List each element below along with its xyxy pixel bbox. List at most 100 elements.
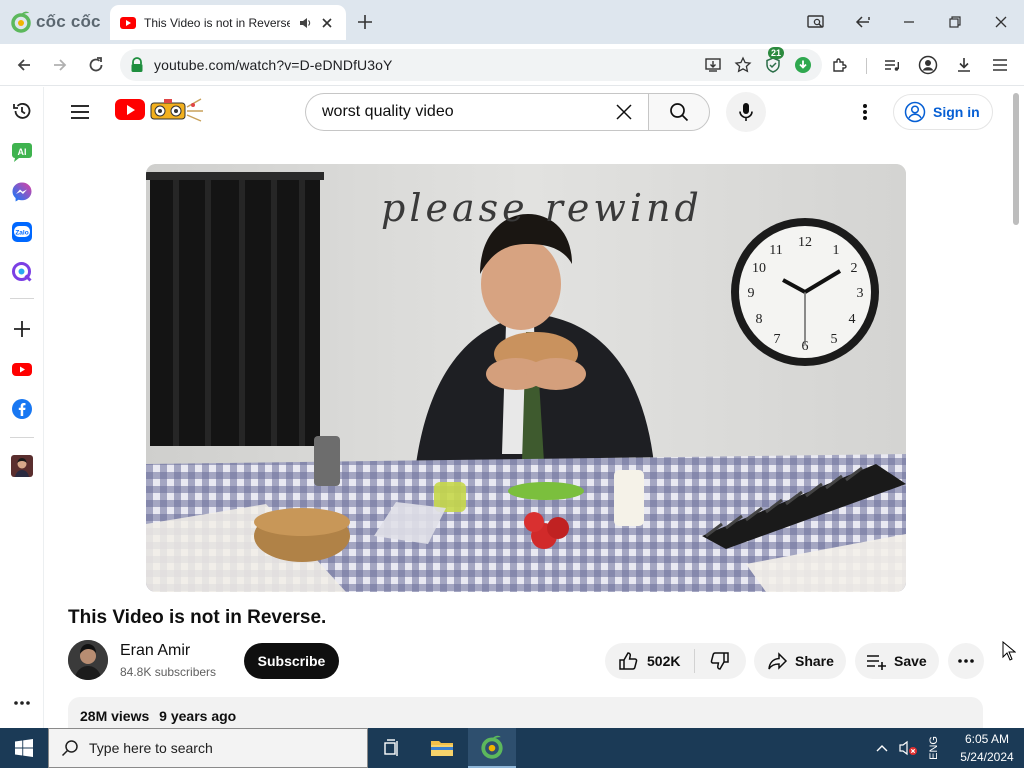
search-icon: [670, 103, 689, 122]
install-icon[interactable]: [704, 56, 722, 74]
sidebar-divider: [10, 437, 34, 438]
task-view-icon[interactable]: [368, 728, 416, 768]
close-icon[interactable]: [614, 102, 634, 122]
upload-age: 9 years ago: [159, 708, 237, 724]
mic-icon: [739, 103, 753, 121]
like-button[interactable]: 502K: [605, 649, 696, 673]
q-icon[interactable]: [11, 261, 33, 283]
extension-badge: 21: [768, 47, 785, 59]
start-button[interactable]: [0, 728, 48, 768]
mouse-cursor-icon: [1002, 641, 1016, 661]
svg-text:1: 1: [833, 243, 840, 258]
browser-menu-icon[interactable]: [989, 54, 1011, 76]
svg-text:2: 2: [851, 261, 858, 276]
share-icon: [768, 652, 788, 670]
download-icon[interactable]: [953, 54, 975, 76]
like-dislike-group: 502K: [605, 643, 746, 679]
volume-muted-icon[interactable]: [896, 728, 920, 768]
avatar[interactable]: [68, 640, 108, 680]
search-button[interactable]: [648, 93, 710, 131]
back-icon[interactable]: [13, 54, 35, 76]
more-horizontal-icon: [958, 659, 974, 663]
sidebar-add-icon[interactable]: [11, 318, 33, 340]
dislike-button[interactable]: [695, 650, 745, 672]
share-button[interactable]: Share: [754, 643, 846, 679]
playlist-icon[interactable]: [881, 54, 903, 76]
forward-icon[interactable]: [49, 54, 71, 76]
voice-search-button[interactable]: [726, 92, 766, 132]
toolbar-divider: [866, 58, 867, 74]
svg-text:7: 7: [774, 332, 781, 347]
channel-name[interactable]: Eran Amir: [120, 642, 190, 660]
svg-text:5: 5: [831, 332, 838, 347]
sign-in-label: Sign in: [933, 104, 980, 120]
browser-brand[interactable]: cốc cốc: [10, 9, 101, 35]
youtube-logo[interactable]: [115, 99, 145, 120]
save-button[interactable]: Save: [855, 643, 939, 679]
youtube-doodle-icon[interactable]: [149, 95, 205, 123]
back-history-icon[interactable]: [853, 12, 873, 32]
ai-icon[interactable]: AI: [11, 141, 33, 163]
thumb-down-icon: [711, 652, 730, 670]
svg-text:3: 3: [857, 286, 864, 301]
address-bar[interactable]: youtube.com/watch?v=D-eDNDfU3oY 21: [120, 47, 822, 81]
taskbar-clock[interactable]: 6:05 AM 5/24/2024: [952, 730, 1022, 766]
facebook-icon[interactable]: [11, 398, 33, 420]
subscribe-button[interactable]: Subscribe: [244, 643, 339, 679]
more-actions-button[interactable]: [948, 643, 984, 679]
search-input[interactable]: worst quality video: [305, 93, 648, 131]
youtube-icon[interactable]: [11, 358, 33, 380]
input-language[interactable]: ENG: [928, 736, 940, 760]
video-overlay-text: please rewind: [381, 186, 703, 230]
folder-icon[interactable]: [418, 728, 466, 768]
svg-text:AI: AI: [18, 147, 27, 157]
maximize-icon[interactable]: [945, 12, 965, 32]
windows-icon: [15, 739, 33, 757]
address-toolbar: youtube.com/watch?v=D-eDNDfU3oY 21: [0, 44, 1024, 86]
coccoc-logo-icon: [11, 11, 31, 33]
tab-title: This Video is not in Reverse.: [144, 15, 290, 30]
plus-icon[interactable]: [356, 13, 374, 31]
more-icon[interactable]: [11, 692, 33, 714]
speaker-icon[interactable]: [298, 16, 312, 30]
close-icon[interactable]: [320, 16, 334, 30]
profile-icon[interactable]: [917, 54, 939, 76]
scrollbar-thumb[interactable]: [1013, 93, 1019, 225]
page-scrollbar[interactable]: [1010, 87, 1024, 728]
download-arrow-icon[interactable]: [794, 56, 812, 74]
clock-date: 5/24/2024: [960, 750, 1014, 764]
description-box[interactable]: 28M views 9 years ago: [68, 697, 983, 728]
star-icon[interactable]: [734, 56, 752, 74]
taskbar-search-placeholder: Type here to search: [89, 740, 213, 756]
browser-brand-name: cốc cốc: [36, 12, 101, 31]
taskbar-search-input[interactable]: Type here to search: [48, 728, 368, 768]
search-query: worst quality video: [322, 103, 454, 120]
browser-tab-strip: cốc cốc This Video is not in Reverse.: [0, 0, 1024, 44]
share-label: Share: [795, 653, 834, 669]
chevron-up-icon[interactable]: [872, 728, 892, 768]
history-icon[interactable]: [11, 100, 33, 122]
browser-sidebar: AI Zalo: [0, 87, 44, 728]
coccoc-taskbar-icon[interactable]: [468, 728, 516, 768]
messenger-icon[interactable]: [11, 181, 33, 203]
puzzle-icon[interactable]: [829, 54, 851, 76]
active-tab[interactable]: This Video is not in Reverse.: [110, 5, 346, 40]
close-window-icon[interactable]: [991, 12, 1011, 32]
shield-extension[interactable]: 21: [764, 47, 785, 74]
video-title: This Video is not in Reverse.: [68, 607, 327, 628]
menu-icon[interactable]: [69, 101, 91, 123]
minimize-icon[interactable]: [899, 12, 919, 32]
video-player[interactable]: 12 1 2 345 678 9 10 11 please rewind: [146, 164, 906, 592]
like-count: 502K: [647, 653, 681, 669]
zalo-icon[interactable]: Zalo: [11, 221, 33, 243]
lock-icon[interactable]: [130, 57, 144, 73]
thumb-up-icon: [619, 652, 638, 670]
svg-text:Zalo: Zalo: [15, 230, 28, 237]
sign-in-button[interactable]: Sign in: [893, 94, 993, 130]
profile-thumbnail-icon[interactable]: [11, 455, 33, 477]
reload-icon[interactable]: [85, 54, 107, 76]
kebab-icon[interactable]: [855, 101, 875, 123]
url-text: youtube.com/watch?v=D-eDNDfU3oY: [154, 57, 393, 73]
screen-search-icon[interactable]: [806, 12, 826, 32]
user-circle-icon: [904, 101, 926, 123]
